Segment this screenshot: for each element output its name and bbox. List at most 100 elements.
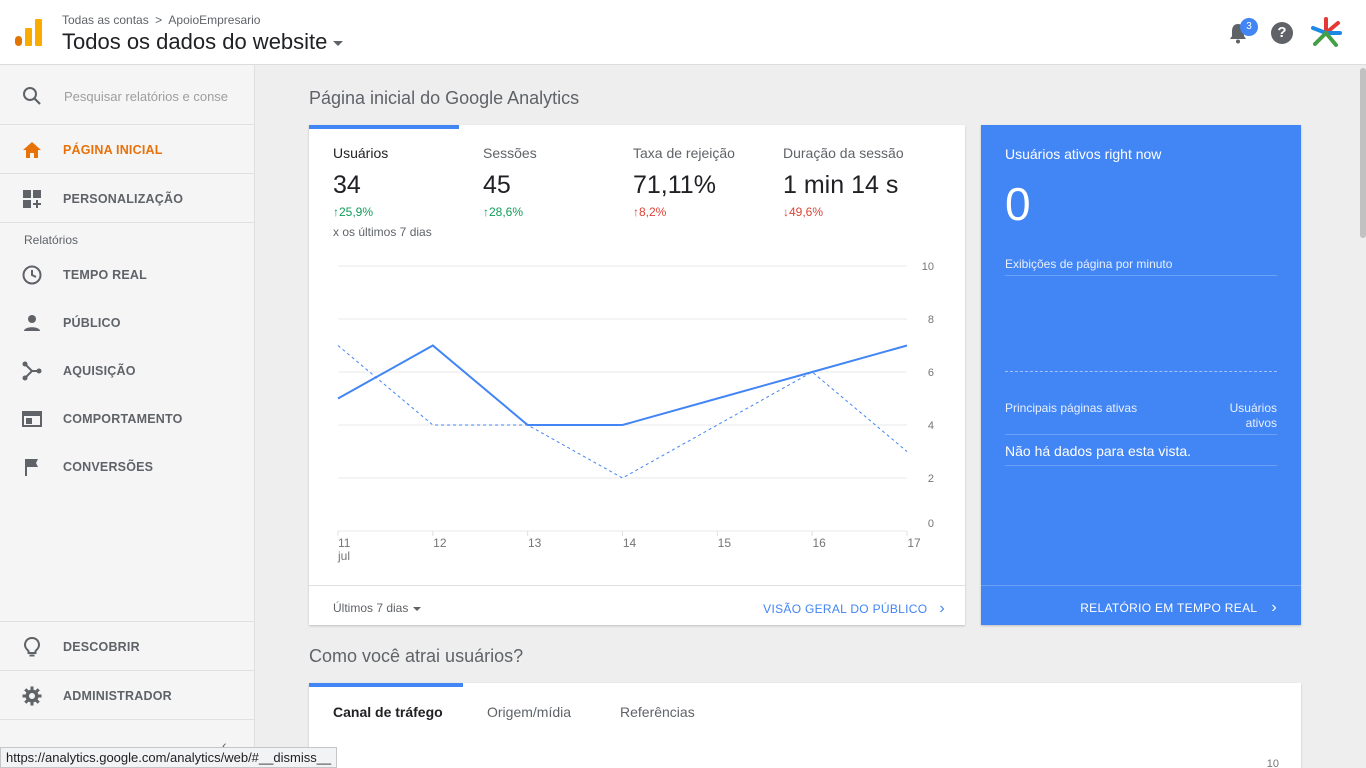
top-bar: Todas as contas > ApoioEmpresario Todos … <box>0 0 1366 65</box>
y-tick-label: 6 <box>928 367 934 379</box>
date-range-selector[interactable]: Últimos 7 dias <box>333 601 422 615</box>
realtime-report-label: RELATÓRIO EM TEMPO REAL <box>1080 601 1258 615</box>
gear-icon <box>22 686 42 706</box>
analytics-logo[interactable] <box>15 19 42 46</box>
audience-overview-link[interactable]: VISÃO GERAL DO PÚBLICO › <box>763 600 945 618</box>
users-line-chart: 0 2 4 6 8 10 11 12 13 14 15 16 17 jul <box>337 261 934 563</box>
breadcrumb-separator: > <box>155 12 163 27</box>
chevron-right-icon: › <box>939 600 945 617</box>
realtime-card: Usuários ativos right now 0 Exibições de… <box>981 125 1301 625</box>
x-tick-label: 12 <box>433 536 447 550</box>
flag-icon <box>25 459 38 476</box>
active-users-column: Usuários ativos <box>1207 401 1277 431</box>
sidebar-item-label: TEMPO REAL <box>63 268 147 282</box>
realtime-active-users: 0 <box>1005 178 1031 230</box>
browser-window-icon <box>22 411 42 427</box>
comparison-series-line <box>337 345 908 479</box>
realtime-report-link[interactable]: RELATÓRIO EM TEMPO REAL › <box>1080 599 1277 617</box>
sidebar-item-label: DESCOBRIR <box>63 640 140 654</box>
sidebar-item-label: CONVERSÕES <box>63 460 154 474</box>
sidebar-item-label: ADMINISTRADOR <box>63 689 172 703</box>
sidebar-item-audience[interactable]: PÚBLICO <box>0 299 255 347</box>
view-selector[interactable]: Todos os dados do website <box>62 29 344 55</box>
date-range-label: Últimos 7 dias <box>333 601 409 615</box>
top-pages-header: Principais páginas ativas Usuários ativo… <box>1005 401 1277 430</box>
active-tab-indicator <box>309 683 463 687</box>
divider <box>0 173 255 174</box>
sidebar: PÁGINA INICIAL PERSONALIZAÇÃO Relatórios… <box>0 65 255 768</box>
no-data-message: Não há dados para esta vista. <box>1005 443 1192 459</box>
x-tick-label: 13 <box>528 536 542 550</box>
sidebar-item-acquisition[interactable]: AQUISIÇÃO <box>0 347 255 395</box>
sidebar-item-label: PÚBLICO <box>63 316 121 330</box>
search-icon <box>23 87 41 105</box>
active-users-column-line2: ativos <box>1245 416 1277 430</box>
lightbulb-icon <box>23 637 41 657</box>
divider <box>0 222 255 223</box>
y-tick-label: 0 <box>928 518 934 530</box>
overview-card: Usuários 34 ↑25,9% x os últimos 7 dias S… <box>309 125 965 625</box>
divider <box>0 621 255 622</box>
top-pages-column: Principais páginas ativas <box>1005 401 1138 415</box>
sidebar-item-label: PÁGINA INICIAL <box>63 143 163 157</box>
divider <box>1005 465 1277 466</box>
help-icon[interactable]: ? <box>1271 22 1293 44</box>
view-title[interactable]: Todos os dados do website <box>62 29 327 55</box>
breadcrumb-account[interactable]: ApoioEmpresario <box>168 13 260 27</box>
divider <box>1005 434 1277 435</box>
clock-icon <box>22 265 42 285</box>
sidebar-item-realtime[interactable]: TEMPO REAL <box>0 251 255 299</box>
sidebar-item-conversions[interactable]: CONVERSÕES <box>0 443 255 491</box>
page-title: Página inicial do Google Analytics <box>309 88 580 108</box>
status-bar-url: https://analytics.google.com/analytics/w… <box>0 747 338 768</box>
x-tick-label: 15 <box>718 536 732 550</box>
y-tick-label: 10 <box>1266 758 1279 768</box>
x-tick-label: 14 <box>623 536 637 550</box>
tab-traffic-channel[interactable]: Canal de tráfego <box>333 704 443 720</box>
section-title-acquisition: Como você atrai usuários? <box>309 646 524 666</box>
reports-section-label: Relatórios <box>24 233 79 247</box>
x-tick-label: 16 <box>812 536 826 550</box>
y-tick-label: 4 <box>928 420 934 432</box>
y-tick-label: 10 <box>922 261 934 273</box>
sidebar-item-home[interactable]: PÁGINA INICIAL <box>0 126 255 174</box>
tab-referrals[interactable]: Referências <box>620 704 695 720</box>
x-tick-label: 11 <box>338 536 351 550</box>
sidebar-item-behavior[interactable]: COMPORTAMENTO <box>0 395 255 443</box>
caret-down-icon <box>333 41 344 46</box>
home-icon <box>23 142 41 158</box>
x-tick-sublabel: jul <box>337 549 350 563</box>
sidebar-item-label: COMPORTAMENTO <box>63 412 183 426</box>
sidebar-item-label: PERSONALIZAÇÃO <box>63 192 184 206</box>
active-users-column-line1: Usuários <box>1229 401 1277 415</box>
breadcrumb[interactable]: Todas as contas > ApoioEmpresario <box>62 12 260 27</box>
breadcrumb-root[interactable]: Todas as contas <box>62 13 149 27</box>
sidebar-item-admin[interactable]: ADMINISTRADOR <box>0 672 255 720</box>
tab-source-medium[interactable]: Origem/mídia <box>487 704 571 720</box>
scrollbar[interactable] <box>1360 68 1366 238</box>
caret-down-icon <box>413 607 422 611</box>
acquisition-icon <box>22 361 42 381</box>
chevron-right-icon: › <box>1271 599 1277 616</box>
x-tick-label: 17 <box>907 536 921 550</box>
account-avatar-icon[interactable] <box>1309 16 1343 50</box>
pageviews-sparkline-baseline <box>1005 371 1277 372</box>
report-search <box>0 65 255 125</box>
divider <box>0 719 255 720</box>
y-tick-label: 8 <box>928 314 934 326</box>
search-input[interactable] <box>64 85 239 107</box>
y-tick-label: 2 <box>928 473 934 485</box>
users-series-line <box>337 344 908 426</box>
dashboard-icon <box>23 190 41 208</box>
realtime-footer: RELATÓRIO EM TEMPO REAL › <box>981 585 1301 625</box>
realtime-title: Usuários ativos right now <box>1005 146 1162 162</box>
card-footer: Últimos 7 dias VISÃO GERAL DO PÚBLICO › <box>309 585 965 625</box>
pageviews-per-minute-label: Exibições de página por minuto <box>1005 257 1277 276</box>
audience-overview-label: VISÃO GERAL DO PÚBLICO <box>763 602 928 616</box>
divider <box>0 670 255 671</box>
notification-count-badge: 3 <box>1240 18 1258 36</box>
sidebar-item-customization[interactable]: PERSONALIZAÇÃO <box>0 175 255 223</box>
traffic-card: Canal de tráfego Origem/mídia Referência… <box>309 683 1301 768</box>
person-icon <box>24 315 40 331</box>
sidebar-item-discover[interactable]: DESCOBRIR <box>0 623 255 671</box>
